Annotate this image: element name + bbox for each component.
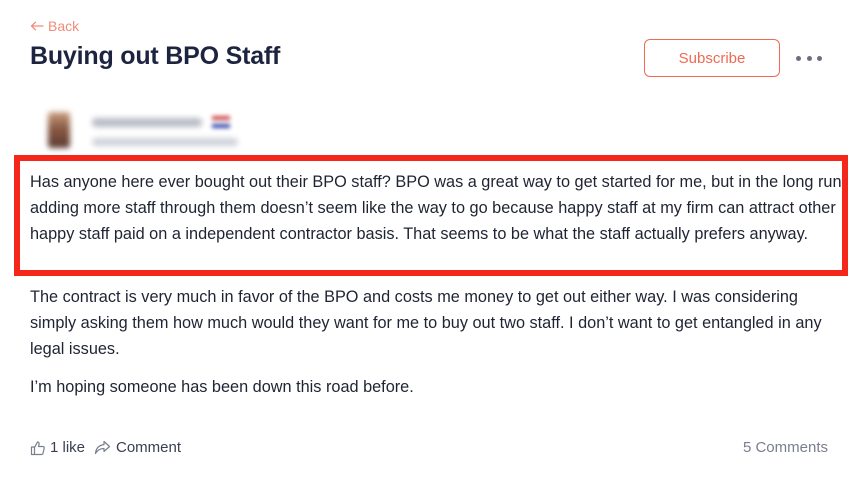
like-button[interactable]: 1 like — [30, 439, 85, 456]
comment-label: Comment — [116, 439, 182, 456]
back-link[interactable]: Back — [30, 18, 79, 34]
comment-button[interactable]: Comment — [94, 439, 181, 456]
more-options-button[interactable] — [796, 50, 822, 66]
back-label: Back — [48, 18, 80, 34]
author-meta-blurred — [92, 138, 238, 146]
author-info — [40, 112, 250, 152]
arrow-left-icon — [30, 21, 44, 31]
comments-count-link[interactable]: 5 Comments — [743, 439, 828, 456]
share-arrow-icon — [94, 440, 111, 455]
avatar — [48, 112, 70, 148]
author-name-blurred — [92, 118, 202, 127]
flag-icon — [212, 116, 230, 128]
ellipsis-icon — [796, 55, 801, 61]
subscribe-button[interactable]: Subscribe — [644, 39, 780, 77]
like-count: 1 like — [50, 439, 86, 456]
thumbs-up-icon — [30, 440, 45, 455]
post-paragraph-2: The contract is very much in favor of th… — [30, 288, 822, 358]
post-paragraph-3: I’m hoping someone has been down this ro… — [30, 378, 414, 396]
post-paragraph-1: Has anyone here ever bought out their BP… — [30, 173, 842, 243]
page-title: Buying out BPO Staff — [30, 42, 281, 70]
